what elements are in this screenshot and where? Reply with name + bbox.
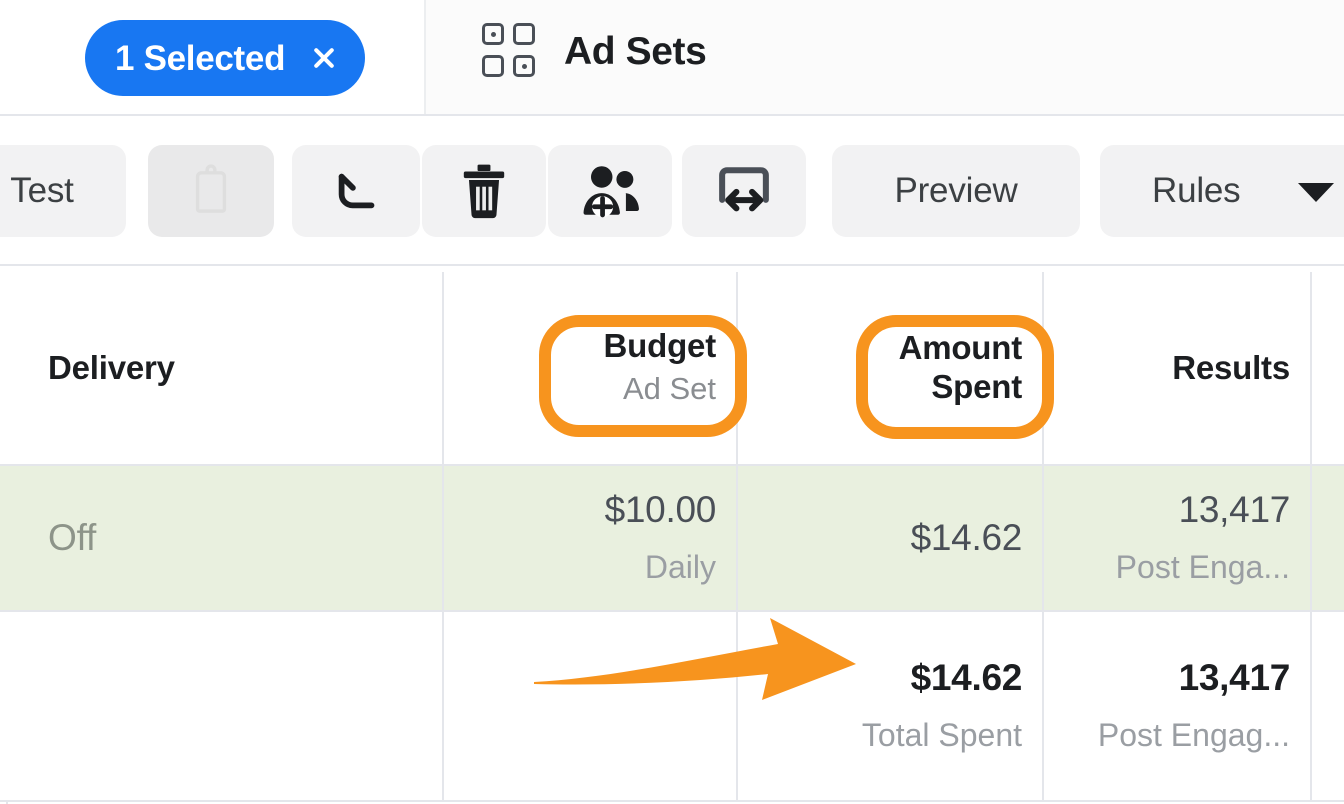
table-row[interactable]: Off $10.00 Daily $14.62 13,417 Post Enga…	[0, 466, 1344, 612]
rules-dropdown-button[interactable]: Rules	[1100, 145, 1344, 237]
ab-test-button[interactable]	[682, 145, 806, 237]
action-toolbar: Test Preview Rules	[0, 118, 1344, 266]
totals-cell-budget	[444, 612, 738, 800]
ad-sets-table: Delivery Budget Ad Set Amount Spent Resu…	[0, 268, 1344, 804]
column-header-budget-sublabel: Ad Set	[622, 371, 716, 407]
test-button-label: Test	[10, 171, 74, 210]
cell-budget: $10.00 Daily	[444, 466, 738, 610]
rules-button-label: Rules	[1152, 171, 1241, 210]
delivery-status-text: Off	[48, 517, 97, 558]
column-header-budget[interactable]: Budget Ad Set	[444, 272, 738, 464]
total-spent-label: Total Spent	[861, 716, 1022, 753]
chevron-down-icon[interactable]	[1298, 183, 1334, 202]
tag-icon	[195, 164, 227, 213]
tab-ad-sets[interactable]: Ad Sets	[482, 23, 707, 81]
table-totals-row: $14.62 Total Spent 13,417 Post Engag...	[0, 612, 1344, 802]
column-header-results[interactable]: Results	[1044, 272, 1312, 464]
column-header-amount-spent-line2: Spent	[931, 368, 1022, 405]
tab-strip: 1 Selected Ad Sets	[0, 0, 1344, 116]
selected-count-pill[interactable]: 1 Selected	[85, 20, 366, 96]
trash-icon	[463, 164, 505, 219]
column-header-delivery-label: Delivery	[48, 349, 175, 386]
cell-amount-spent: $14.62	[738, 466, 1044, 610]
total-results-value: 13,417	[1178, 657, 1291, 699]
tab-ad-sets-label: Ad Sets	[564, 30, 707, 73]
budget-value: $10.00	[604, 489, 717, 531]
preview-button[interactable]: Preview	[832, 145, 1080, 237]
results-type-label: Post Enga...	[1115, 548, 1290, 585]
column-header-amount-spent-line1: Amount	[898, 329, 1023, 367]
total-results-type-label: Post Engag...	[1097, 716, 1290, 753]
grid-2x2-icon	[482, 23, 538, 81]
totals-cell-amount-spent: $14.62 Total Spent	[738, 612, 1044, 800]
totals-cell-results: 13,417 Post Engag...	[1044, 612, 1312, 800]
selected-count-label: 1 Selected	[115, 38, 286, 78]
add-audience-button[interactable]	[548, 145, 672, 237]
column-header-delivery[interactable]: Delivery	[8, 272, 444, 464]
budget-schedule-label: Daily	[644, 548, 716, 585]
column-header-overflow	[1312, 272, 1344, 464]
cell-overflow	[1312, 466, 1344, 610]
undo-arrow-icon	[338, 173, 375, 209]
cell-delivery: Off	[8, 466, 444, 610]
table-header-row: Delivery Budget Ad Set Amount Spent Resu…	[0, 272, 1344, 466]
amount-spent-value: $14.62	[910, 516, 1023, 558]
add-people-icon	[583, 166, 639, 218]
column-header-budget-label: Budget	[603, 327, 717, 365]
cell-results: 13,417 Post Enga...	[1044, 466, 1312, 610]
column-header-results-label: Results	[1172, 348, 1290, 386]
column-header-amount-spent[interactable]: Amount Spent	[738, 272, 1044, 464]
total-spent-value: $14.62	[910, 657, 1023, 699]
ab-test-swap-icon	[719, 167, 769, 212]
preview-button-label: Preview	[894, 171, 1018, 210]
test-button[interactable]: Test	[0, 145, 126, 237]
undo-button[interactable]	[292, 145, 420, 237]
totals-cell-delivery	[8, 612, 444, 800]
results-value: 13,417	[1178, 489, 1291, 531]
delete-button[interactable]	[422, 145, 546, 237]
close-icon[interactable]	[309, 43, 339, 73]
tag-button	[148, 145, 274, 237]
totals-cell-overflow	[1312, 612, 1344, 800]
